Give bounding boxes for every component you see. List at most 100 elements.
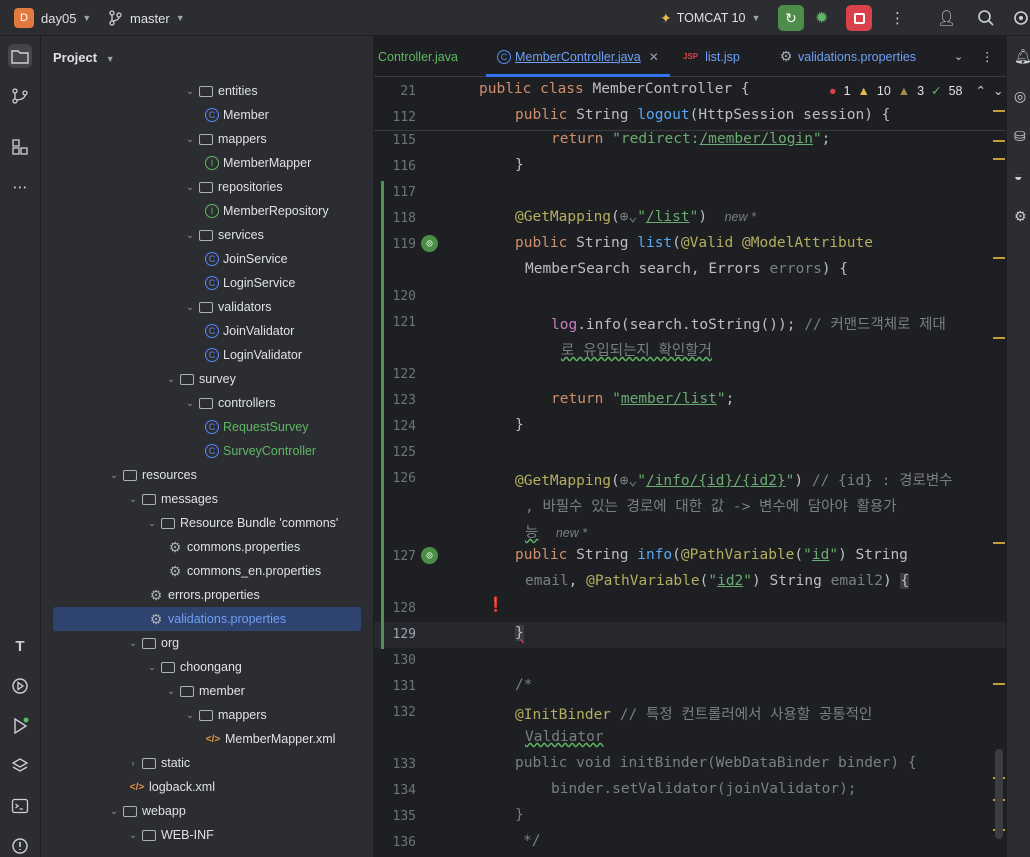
problems-tool-button[interactable] [8, 834, 32, 857]
run-tool-button[interactable] [8, 714, 32, 738]
chevron-down-icon[interactable]: ⌄ [182, 710, 198, 721]
tree-item[interactable]: ⌄ mappers [41, 127, 361, 151]
search-button[interactable] [977, 0, 995, 36]
tree-item[interactable]: ⌄ services [41, 223, 361, 247]
terminal-tool-button[interactable] [8, 794, 32, 818]
branch-switcher[interactable]: master ▼ [108, 0, 185, 36]
sticky-scope-header[interactable]: 21 public class MemberController { 112 p… [374, 77, 1006, 131]
chevron-down-icon[interactable]: ⌄ [106, 470, 122, 481]
build-tool-button[interactable]: T [8, 634, 32, 658]
error-bulb-icon[interactable]: ❗ [487, 597, 504, 613]
tree-item[interactable]: C SurveyController [41, 439, 361, 463]
stripe-mark[interactable] [993, 683, 1005, 685]
chevron-down-icon[interactable]: ⌄ [163, 686, 179, 697]
next-highlight-icon[interactable]: ⌄ [993, 83, 1003, 98]
panel-title[interactable]: Project ▼ [53, 50, 115, 65]
hammer-icon: T [15, 637, 25, 655]
tree-item[interactable]: ⌄ Resource Bundle 'commons' [41, 511, 361, 535]
ai-assistant-icon[interactable]: ◎ [1014, 88, 1026, 105]
tree-item[interactable]: ⌄ mappers [41, 703, 361, 727]
tab-list-jsp[interactable]: JSP list.jsp [683, 36, 740, 77]
notifications-icon[interactable]: 🔔︎ [1014, 48, 1030, 65]
close-icon[interactable]: ✕ [649, 50, 659, 64]
chevron-down-icon[interactable]: ⌄ [182, 398, 198, 409]
database-icon[interactable]: ⛁ [1014, 128, 1026, 145]
rerun-button[interactable]: ↻ [778, 0, 804, 36]
chevron-down-icon[interactable]: ⌄ [182, 86, 198, 97]
tree-item[interactable]: ⌄ validators [41, 295, 361, 319]
tab-controller[interactable]: Controller.java [378, 36, 458, 77]
chevron-right-icon[interactable]: › [125, 758, 141, 768]
tree-item[interactable]: C JoinService [41, 247, 361, 271]
tree-item[interactable]: ⌄ survey [41, 367, 361, 391]
tree-item[interactable]: ⚙ commons_en.properties [41, 559, 361, 583]
chevron-down-icon[interactable]: ⌄ [163, 374, 179, 385]
tab-more-button[interactable]: ⋮ [981, 36, 994, 77]
stripe-mark[interactable] [993, 158, 1005, 160]
tree-item[interactable]: ⌄ member [41, 679, 361, 703]
settings-button[interactable] [1012, 0, 1030, 36]
stripe-mark[interactable] [993, 337, 1005, 339]
tree-item[interactable]: ⚙ validations.properties [53, 607, 361, 631]
tree-item[interactable]: C LoginValidator [41, 343, 361, 367]
gear-icon [1014, 11, 1028, 25]
project-tool-button[interactable] [8, 44, 32, 68]
tree-item[interactable]: ⚙ commons.properties [41, 535, 361, 559]
project-switcher[interactable]: D day05 ▼ [14, 0, 91, 36]
stop-button[interactable] [846, 0, 872, 36]
stripe-mark[interactable] [993, 542, 1005, 544]
commit-tool-button[interactable] [8, 84, 32, 108]
tree-item[interactable]: C Member [41, 103, 361, 127]
chevron-down-icon[interactable]: ⌄ [182, 134, 198, 145]
tree-item[interactable]: </> MemberMapper.xml [41, 727, 361, 751]
chevron-down-icon[interactable]: ⌄ [144, 518, 160, 529]
tab-member-controller[interactable]: C MemberController.java ✕ [497, 36, 659, 77]
tree-item[interactable]: ⌄ org [41, 631, 361, 655]
tree-item[interactable]: ⚙ errors.properties [41, 583, 361, 607]
stripe-mark[interactable] [993, 110, 1005, 112]
tree-item[interactable]: C JoinValidator [41, 319, 361, 343]
chevron-down-icon[interactable]: ⌄ [182, 182, 198, 193]
tree-item[interactable]: ⌄ repositories [41, 175, 361, 199]
chevron-down-icon[interactable]: ⌄ [182, 230, 198, 241]
tree-item[interactable]: ⌄ controllers [41, 391, 361, 415]
structure-tool-button[interactable] [8, 135, 32, 159]
tree-item[interactable]: ⌄ webapp [41, 799, 361, 823]
chevron-down-icon[interactable]: ⌄ [125, 494, 141, 505]
run-config-selector[interactable]: ✦ TOMCAT 10 ▼ [660, 0, 760, 36]
chevron-down-icon[interactable]: ⌄ [125, 638, 141, 649]
more-tools-button[interactable]: ⋯ [8, 175, 32, 199]
editor-scrollbar-thumb[interactable] [995, 749, 1003, 839]
stripe-mark[interactable] [993, 140, 1005, 142]
tree-item[interactable]: </> logback.xml [41, 775, 361, 799]
tree-item[interactable]: C LoginService [41, 271, 361, 295]
maven-icon[interactable]: ⚙ [1014, 208, 1027, 225]
more-actions-button[interactable]: ⋮ [890, 0, 905, 36]
chevron-down-icon[interactable]: ⌄ [182, 302, 198, 313]
tree-item[interactable]: ⌄ WEB-INF [41, 823, 361, 847]
layers-tool-button[interactable] [8, 754, 32, 778]
chevron-down-icon[interactable]: ⌄ [144, 662, 160, 673]
stripe-mark[interactable] [993, 257, 1005, 259]
tree-item[interactable]: I MemberMapper [41, 151, 361, 175]
tree-item[interactable]: ⌄ entities [41, 79, 361, 103]
tab-list-dropdown[interactable]: ⌄ [954, 36, 963, 77]
tree-item[interactable]: ⌄ choongang [41, 655, 361, 679]
request-mapping-gutter-icon[interactable]: ◎ [421, 235, 438, 252]
code-editor[interactable]: 115 116 117 118 119 120 121 122 123 124 … [374, 77, 1006, 857]
tree-item[interactable]: ⌄ messages [41, 487, 361, 511]
previous-highlight-icon[interactable]: ⌃ [976, 83, 986, 98]
gradle-icon[interactable]: ◒ [1014, 168, 1022, 184]
debug-button[interactable]: ✹ [815, 0, 828, 36]
tree-item[interactable]: ⌄ resources [41, 463, 361, 487]
request-mapping-gutter-icon[interactable]: ◎ [421, 547, 438, 564]
chevron-down-icon[interactable]: ⌄ [106, 806, 122, 817]
services-tool-button[interactable] [8, 674, 32, 698]
tree-item[interactable]: C RequestSurvey [41, 415, 361, 439]
add-user-button[interactable]: 👤︎ [937, 0, 956, 36]
inspection-widget[interactable]: ● 1 ▲ 10 ▲ 3 ✓ 58 ⌃ ⌄ [829, 83, 1003, 99]
tree-item[interactable]: › static [41, 751, 361, 775]
chevron-down-icon[interactable]: ⌄ [125, 830, 141, 841]
tab-validations-properties[interactable]: ⚙ validations.properties [778, 36, 916, 77]
tree-item[interactable]: I MemberRepository [41, 199, 361, 223]
